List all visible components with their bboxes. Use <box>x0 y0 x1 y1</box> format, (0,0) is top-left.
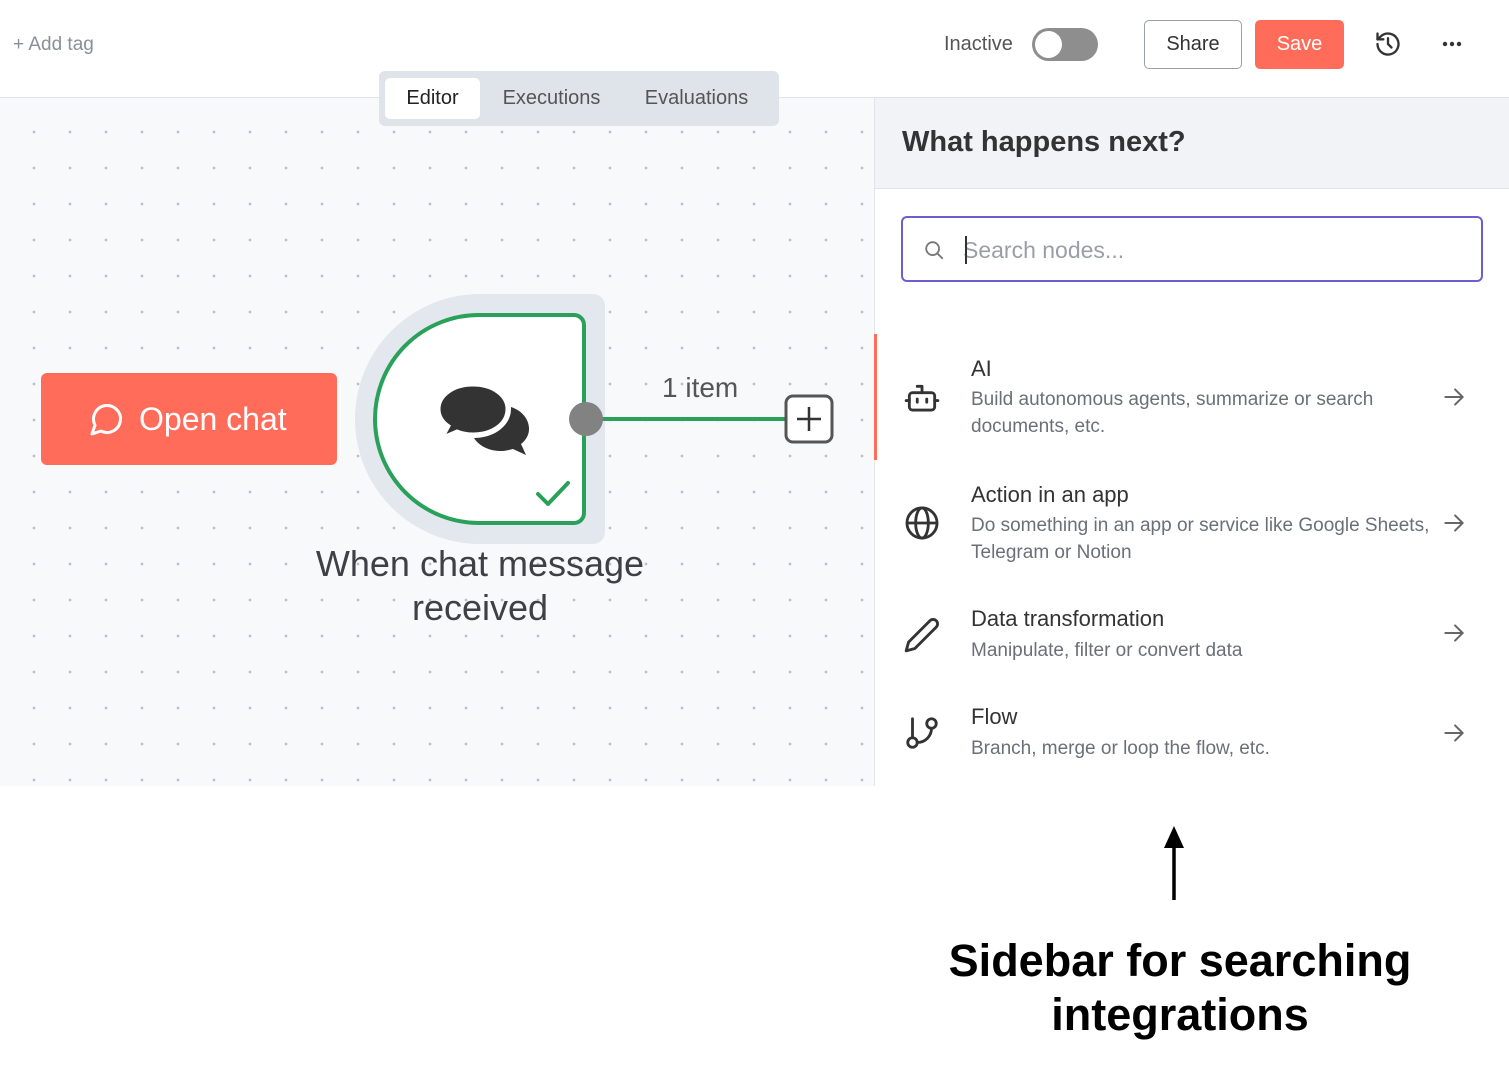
category-description: Build autonomous agents, summarize or se… <box>971 389 1374 437</box>
text-caret <box>965 236 967 264</box>
output-handle[interactable] <box>569 402 603 436</box>
sidebar-header: What happens next? <box>875 98 1509 189</box>
category-item-ai[interactable]: AI Build autonomous agents, summarize or… <box>875 348 1509 458</box>
category-item-data-transformation[interactable]: Data transformation Manipulate, filter o… <box>875 604 1509 674</box>
robot-icon <box>904 384 940 412</box>
tab-editor[interactable]: Editor <box>385 78 480 119</box>
pencil-icon <box>904 618 939 653</box>
search-input[interactable] <box>963 230 1463 270</box>
category-description: Manipulate, filter or convert data <box>971 640 1243 661</box>
sidebar-title: What happens next? <box>902 126 1186 158</box>
category-description: Do something in an app or service like G… <box>971 515 1430 563</box>
tab-executions[interactable]: Executions <box>489 78 614 119</box>
arrow-right-icon <box>1444 514 1464 532</box>
category-title: Action in an app <box>971 482 1129 507</box>
arrow-right-icon <box>1444 388 1464 406</box>
category-description: Branch, merge or loop the flow, etc. <box>971 738 1270 759</box>
save-button[interactable]: Save <box>1255 20 1344 69</box>
workflow-status-label: Inactive <box>944 33 1013 55</box>
share-button[interactable]: Share <box>1144 20 1242 69</box>
toggle-knob <box>1035 31 1062 58</box>
more-options-icon[interactable] <box>1438 32 1466 56</box>
active-toggle[interactable] <box>1032 28 1098 61</box>
annotation-caption: Sidebar for searching integrations <box>948 935 1412 1040</box>
globe-icon <box>905 506 939 540</box>
chat-messages-icon <box>437 383 529 455</box>
chat-bubble-icon <box>90 403 123 436</box>
history-icon[interactable] <box>1374 30 1402 58</box>
category-title: AI <box>971 356 992 381</box>
connection-item-count: 1 item <box>662 372 739 403</box>
view-tabs: Editor Executions Evaluations <box>379 71 779 126</box>
category-item-flow[interactable]: Flow Branch, merge or loop the flow, etc… <box>875 704 1509 774</box>
arrow-right-icon <box>1444 724 1464 742</box>
success-check-icon <box>536 481 570 506</box>
chat-trigger-node[interactable] <box>373 313 586 525</box>
node-label: When chat message received <box>315 543 645 628</box>
category-title: Data transformation <box>971 606 1165 631</box>
category-title: Flow <box>971 704 1018 729</box>
category-item-action-in-app[interactable]: Action in an app Do something in an app … <box>875 478 1509 578</box>
arrow-right-icon <box>1444 624 1464 642</box>
add-node-plus-icon[interactable] <box>784 394 834 444</box>
annotation-arrow-up-icon <box>1164 826 1184 900</box>
search-box[interactable] <box>901 216 1483 282</box>
tab-evaluations[interactable]: Evaluations <box>629 78 764 119</box>
open-chat-button[interactable]: Open chat <box>41 373 337 465</box>
node-creator-sidebar: What happens next? AI Build autonomous a… <box>874 98 1509 786</box>
search-icon <box>925 241 944 260</box>
git-branch-icon <box>906 717 938 749</box>
add-tag-button[interactable]: + Add tag <box>13 34 94 56</box>
open-chat-label: Open chat <box>139 400 287 437</box>
